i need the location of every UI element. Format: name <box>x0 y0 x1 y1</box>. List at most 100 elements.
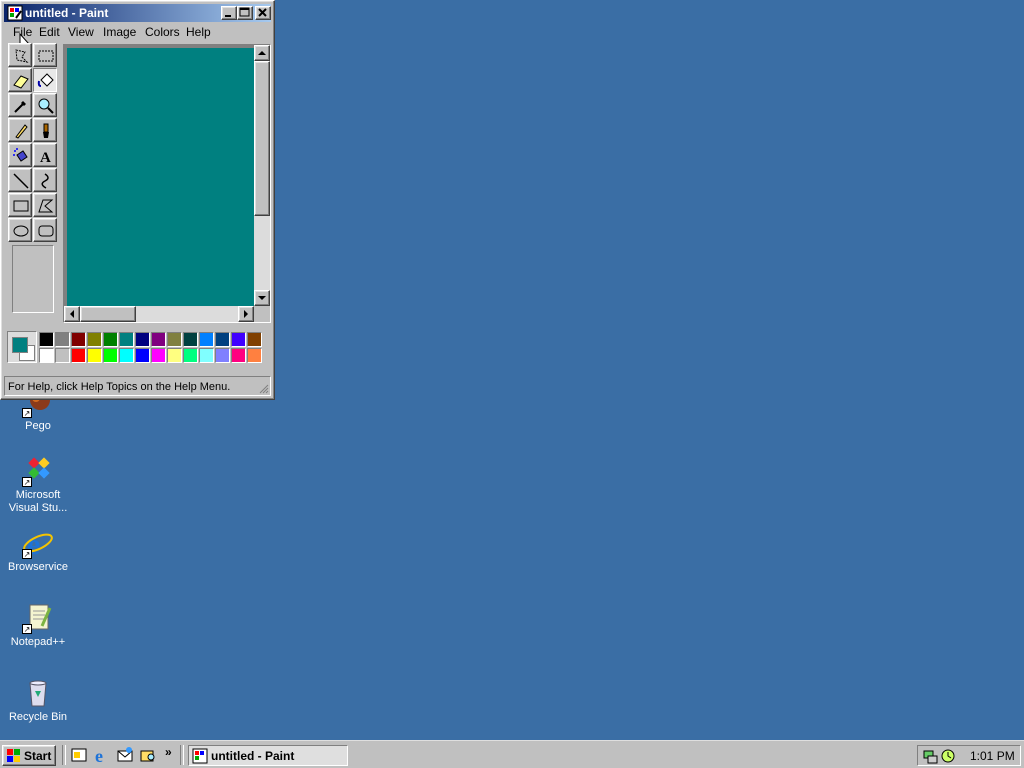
scheduler-icon[interactable] <box>940 748 956 764</box>
tool-rectangle[interactable] <box>8 193 32 217</box>
canvas-area <box>63 44 271 323</box>
drawing-canvas[interactable] <box>67 48 254 306</box>
palette-swatch[interactable] <box>103 348 118 363</box>
palette-swatch[interactable] <box>39 348 54 363</box>
menu-help[interactable]: Help <box>186 25 211 39</box>
quicklaunch-outlook[interactable] <box>116 746 134 764</box>
pick-color-icon <box>14 101 26 113</box>
taskbar-separator <box>62 745 66 765</box>
scroll-right-button[interactable] <box>238 306 254 322</box>
quicklaunch-explorer[interactable] <box>139 746 157 764</box>
scroll-up-button[interactable] <box>254 45 270 61</box>
quicklaunch-internet-explorer[interactable]: e <box>93 746 111 766</box>
free-form-select-icon <box>15 49 29 63</box>
desktop-icon-visual-studio[interactable]: ↗ Microsoft Visual Stu... <box>0 455 76 515</box>
tool-text[interactable]: A <box>33 143 57 167</box>
pencil-icon <box>15 124 28 139</box>
quicklaunch-more-button[interactable]: » <box>165 745 172 759</box>
tool-options-box[interactable] <box>12 245 54 313</box>
tool-brush[interactable] <box>33 118 57 142</box>
tool-ellipse[interactable] <box>8 218 32 242</box>
tool-pencil[interactable] <box>8 118 32 142</box>
taskbar-button-paint[interactable]: untitled - Paint <box>188 745 348 766</box>
palette-swatch[interactable] <box>39 332 54 347</box>
palette-swatch[interactable] <box>151 332 166 347</box>
palette-swatch[interactable] <box>215 348 230 363</box>
title-bar[interactable]: untitled - Paint <box>4 4 271 22</box>
resize-grip-icon[interactable] <box>257 382 269 394</box>
desktop-icon-recycle-bin[interactable]: Recycle Bin <box>0 677 76 724</box>
palette-swatch[interactable] <box>167 332 182 347</box>
tool-magnifier[interactable] <box>33 93 57 117</box>
arrow-down-icon <box>258 296 266 300</box>
maximize-button[interactable] <box>237 6 253 20</box>
tool-eraser[interactable] <box>8 68 32 92</box>
close-button[interactable] <box>255 6 271 20</box>
palette-swatch[interactable] <box>135 348 150 363</box>
palette-swatch[interactable] <box>103 332 118 347</box>
tool-fill[interactable] <box>33 68 57 92</box>
vertical-scroll-thumb[interactable] <box>254 61 270 216</box>
tool-line[interactable] <box>8 168 32 192</box>
palette-swatch[interactable] <box>215 332 230 347</box>
internet-explorer-icon: e ↗ <box>22 527 54 561</box>
tool-curve[interactable] <box>33 168 57 192</box>
tool-rounded-rectangle[interactable] <box>33 218 57 242</box>
desktop-icon-label: Pego <box>25 420 51 432</box>
tool-polygon[interactable] <box>33 193 57 217</box>
horizontal-scrollbar[interactable] <box>64 306 254 322</box>
palette-swatch[interactable] <box>71 348 86 363</box>
palette-swatch[interactable] <box>119 348 134 363</box>
palette-swatch[interactable] <box>247 348 262 363</box>
palette-swatch[interactable] <box>183 348 198 363</box>
desktop-icon-notepad-plus-plus[interactable]: ↗ Notepad++ <box>0 602 76 649</box>
tool-select[interactable] <box>33 43 57 67</box>
taskbar: Start e » untitled - Paint 1:01 PM <box>0 740 1024 768</box>
palette-swatch[interactable] <box>231 348 246 363</box>
palette-swatch[interactable] <box>231 332 246 347</box>
scroll-down-button[interactable] <box>254 290 270 306</box>
horizontal-scroll-thumb[interactable] <box>80 306 136 322</box>
palette-swatch[interactable] <box>55 348 70 363</box>
menu-edit[interactable]: Edit <box>39 25 60 39</box>
tool-free-form-select[interactable] <box>8 43 32 67</box>
current-colors[interactable] <box>7 331 37 363</box>
tool-pick-color[interactable] <box>8 93 32 117</box>
palette-swatch[interactable] <box>167 348 182 363</box>
scroll-left-button[interactable] <box>64 306 80 322</box>
palette-swatch[interactable] <box>87 332 102 347</box>
palette-swatch[interactable] <box>183 332 198 347</box>
palette-swatch[interactable] <box>247 332 262 347</box>
paint-app-icon[interactable] <box>7 5 23 21</box>
tool-airbrush[interactable] <box>8 143 32 167</box>
menu-image[interactable]: Image <box>103 25 136 39</box>
network-icon[interactable] <box>922 748 938 764</box>
minimize-button[interactable] <box>221 6 237 20</box>
palette-swatch[interactable] <box>199 348 214 363</box>
palette-swatch[interactable] <box>151 348 166 363</box>
clock[interactable]: 1:01 PM <box>970 749 1015 763</box>
status-text: For Help, click Help Topics on the Help … <box>8 381 231 393</box>
desktop-icon-label: Microsoft Visual Stu... <box>8 489 68 514</box>
palette-swatch[interactable] <box>87 348 102 363</box>
menu-colors[interactable]: Colors <box>145 25 180 39</box>
start-button[interactable]: Start <box>2 745 56 766</box>
polygon-icon <box>38 199 54 213</box>
menu-view[interactable]: View <box>68 25 94 39</box>
desktop-icon-browservice[interactable]: e ↗ Browservice <box>0 527 76 574</box>
quicklaunch-show-desktop[interactable] <box>70 746 88 764</box>
vertical-scrollbar[interactable] <box>254 45 270 306</box>
desktop-icon-label: Notepad++ <box>10 636 66 648</box>
palette-swatch[interactable] <box>71 332 86 347</box>
paint-app-icon <box>192 748 208 764</box>
arrow-up-icon <box>258 51 266 55</box>
close-icon <box>258 8 267 17</box>
svg-text:A: A <box>40 150 51 165</box>
palette-swatch[interactable] <box>199 332 214 347</box>
palette-swatch[interactable] <box>135 332 150 347</box>
windows-logo-icon <box>7 749 20 762</box>
airbrush-icon <box>13 148 28 162</box>
palette-swatch[interactable] <box>55 332 70 347</box>
start-label: Start <box>24 749 52 763</box>
palette-swatch[interactable] <box>119 332 134 347</box>
